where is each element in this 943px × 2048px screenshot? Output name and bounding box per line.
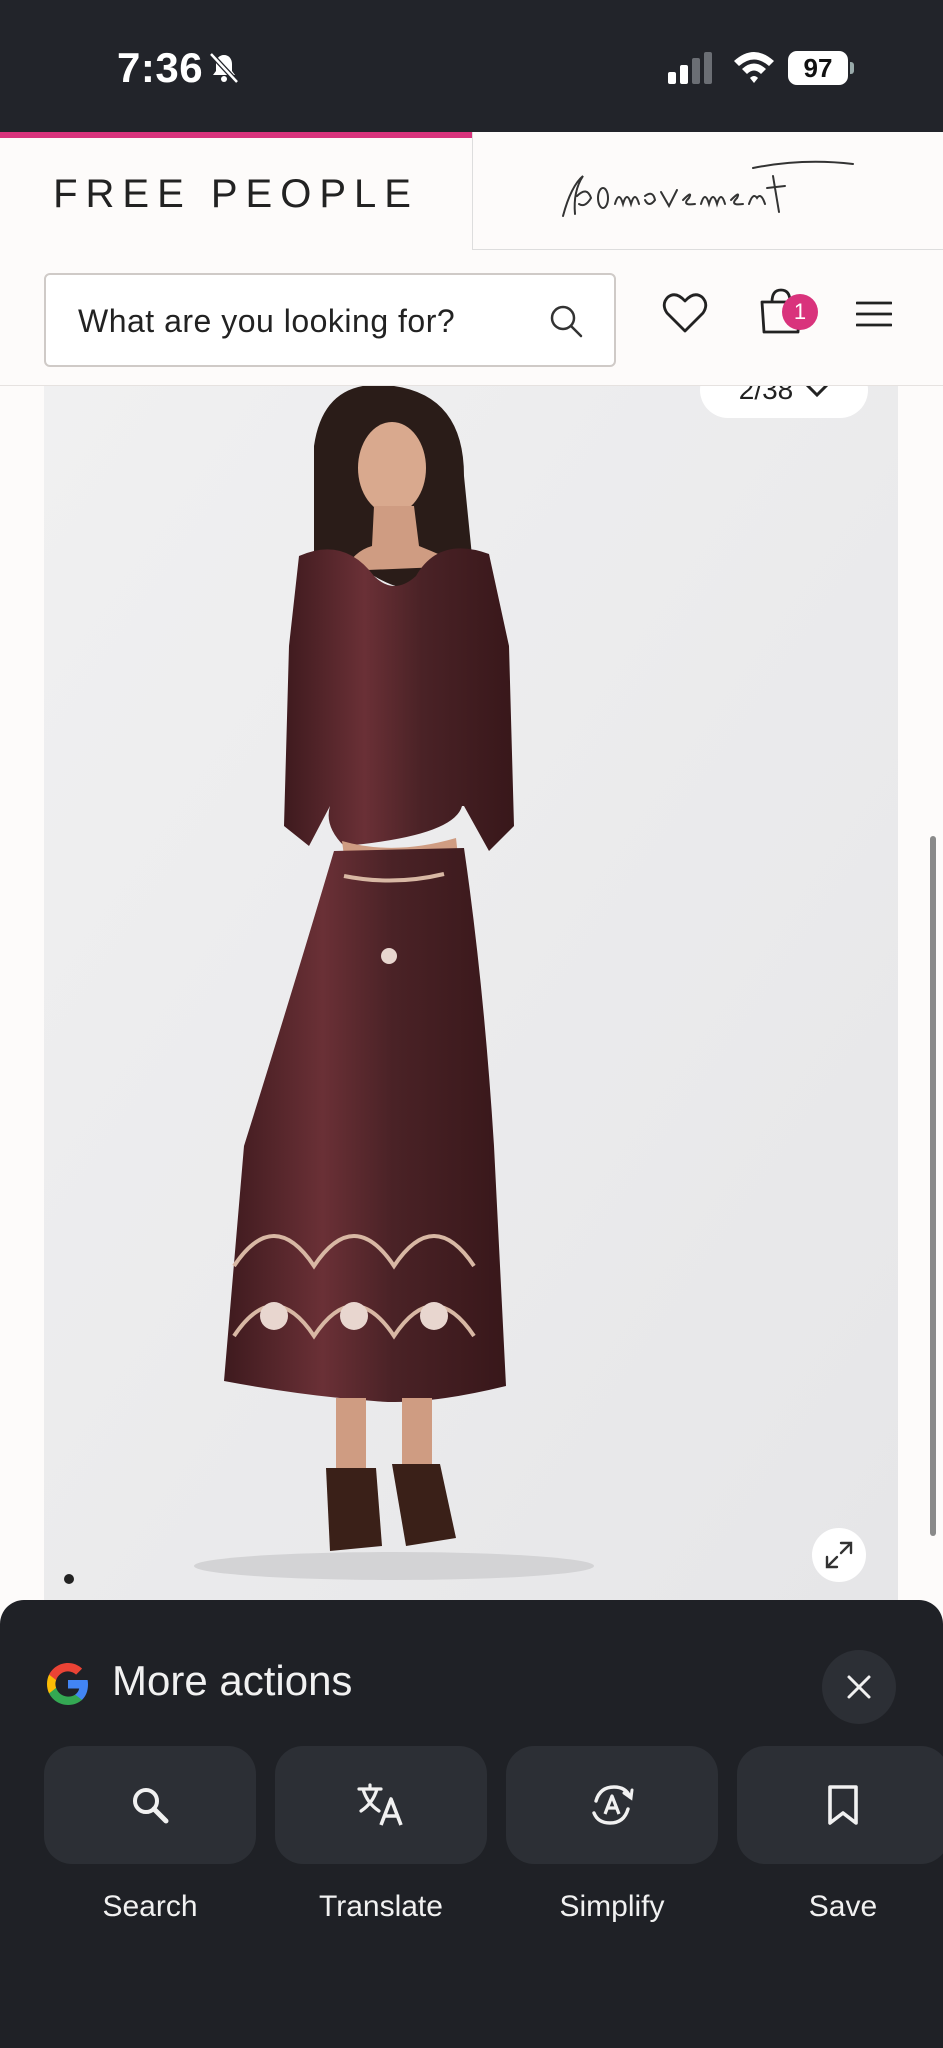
search-input[interactable]: What are you looking for? bbox=[44, 273, 616, 367]
battery-indicator: 97 bbox=[788, 51, 854, 85]
site-header: What are you looking for? 1 bbox=[0, 250, 943, 386]
page-scrollbar[interactable] bbox=[930, 836, 936, 1536]
search-icon[interactable] bbox=[548, 303, 584, 339]
action-simplify-label: Simplify bbox=[559, 1890, 665, 1923]
battery-nub bbox=[850, 62, 854, 74]
close-icon bbox=[847, 1675, 871, 1699]
cellular-signal-icon bbox=[668, 52, 712, 84]
action-save[interactable]: Save bbox=[737, 1746, 943, 1924]
free-people-logo: FREE PEOPLE bbox=[53, 171, 419, 216]
chevron-down-icon bbox=[806, 386, 829, 398]
status-bar: 7:36 97 bbox=[0, 0, 943, 132]
tab-free-people[interactable]: FREE PEOPLE bbox=[0, 132, 472, 250]
close-sheet-button[interactable] bbox=[822, 1650, 896, 1724]
more-actions-sheet: More actions Search Translate Simplify S… bbox=[0, 1600, 943, 2048]
bookmark-icon bbox=[828, 1785, 858, 1825]
image-counter: 2/38 bbox=[738, 386, 794, 405]
product-photo bbox=[44, 386, 898, 1600]
simplify-icon bbox=[592, 1785, 634, 1825]
search-placeholder: What are you looking for? bbox=[78, 303, 456, 339]
action-search-tile[interactable] bbox=[44, 1746, 256, 1864]
action-search-label: Search bbox=[102, 1890, 198, 1923]
expand-icon bbox=[825, 1541, 853, 1569]
fp-movement-logo bbox=[562, 160, 854, 217]
brand-tabs: FREE PEOPLE bbox=[0, 132, 943, 250]
google-logo-icon bbox=[47, 1663, 88, 1705]
tab-fp-movement[interactable] bbox=[472, 132, 943, 250]
status-time: 7:36 bbox=[117, 44, 204, 91]
product-image-carousel[interactable]: 2/38 bbox=[44, 386, 898, 1600]
action-save-tile[interactable] bbox=[737, 1746, 943, 1864]
wishlist-heart-icon[interactable] bbox=[662, 292, 708, 334]
cart-count-badge: 1 bbox=[782, 294, 818, 330]
hamburger-menu-icon[interactable] bbox=[856, 300, 892, 328]
search-icon bbox=[133, 1788, 169, 1824]
action-simplify-tile[interactable] bbox=[506, 1746, 718, 1864]
action-translate[interactable]: Translate bbox=[275, 1746, 487, 1924]
wifi-icon bbox=[734, 52, 774, 83]
action-save-label: Save bbox=[808, 1890, 878, 1923]
action-translate-tile[interactable] bbox=[275, 1746, 487, 1864]
carousel-indicator-dot[interactable] bbox=[64, 1574, 74, 1584]
action-simplify[interactable]: Simplify bbox=[506, 1746, 718, 1924]
bell-muted-icon bbox=[209, 52, 239, 84]
action-search[interactable]: Search bbox=[44, 1746, 256, 1924]
translate-icon bbox=[357, 1783, 403, 1826]
action-translate-label: Translate bbox=[319, 1890, 443, 1923]
image-counter-pill[interactable]: 2/38 bbox=[700, 386, 868, 418]
expand-image-button[interactable] bbox=[812, 1528, 866, 1582]
battery-level: 97 bbox=[788, 51, 848, 85]
action-row: Search Translate Simplify Save bbox=[44, 1746, 943, 1946]
sheet-title: More actions bbox=[112, 1657, 353, 1704]
